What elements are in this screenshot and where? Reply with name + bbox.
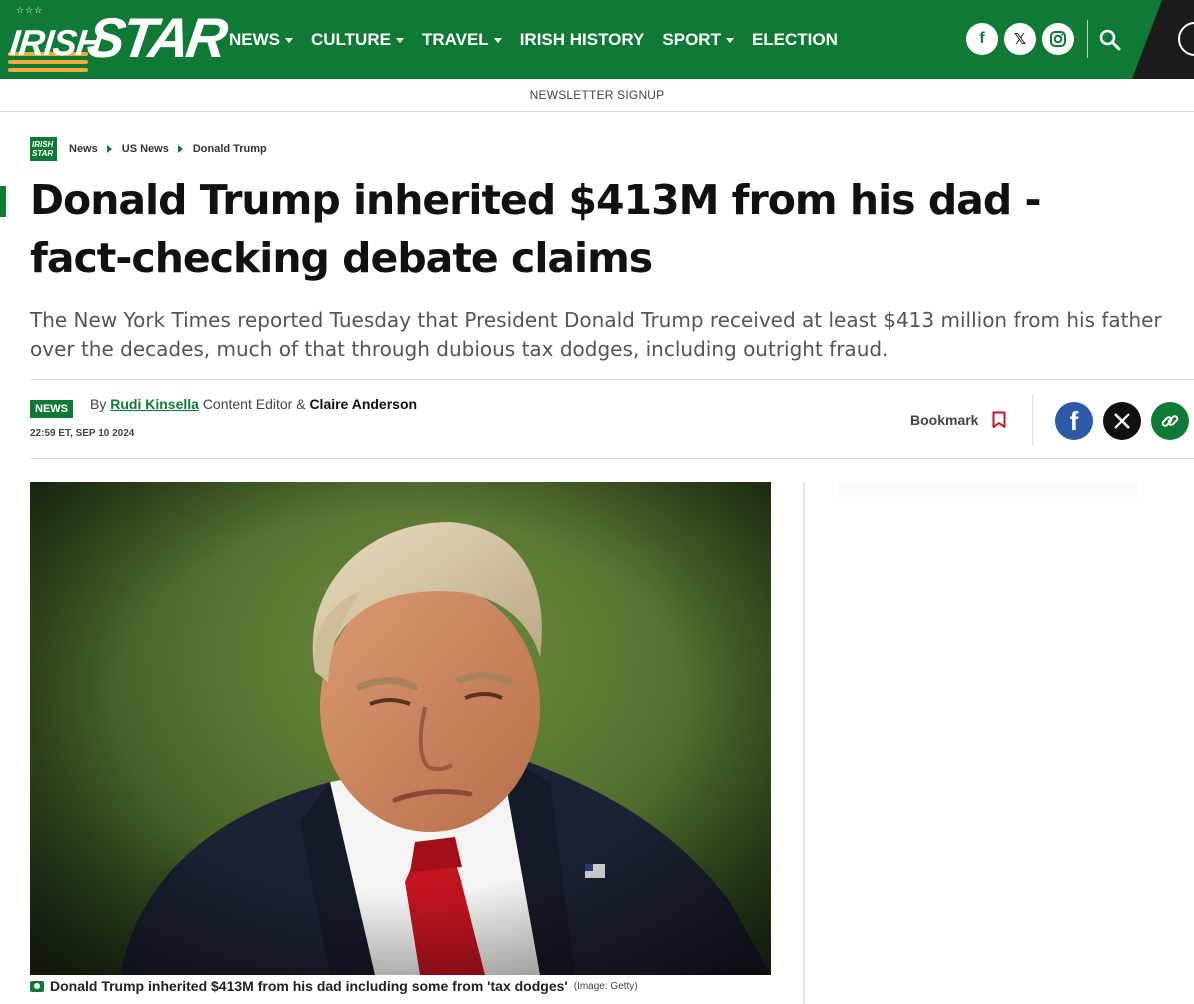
nav-item-culture[interactable]: CULTURE (311, 30, 404, 50)
byline: By Rudi Kinsella Content Editor & Claire… (90, 396, 417, 412)
nav-item-election[interactable]: ELECTION (752, 30, 838, 50)
chevron-down-icon (493, 37, 502, 43)
author-role: Content Editor & (202, 396, 306, 412)
article-standfirst: The New York Times reported Tuesday that… (30, 308, 1162, 361)
newsletter-signup-link[interactable]: NEWSLETTER SIGNUP (530, 88, 665, 102)
search-icon[interactable] (1098, 28, 1122, 52)
headline-accent-bar (0, 186, 6, 217)
article-headline: Donald Trump inherited $413M from his da… (30, 176, 1041, 282)
nav-item-label: NEWS (229, 30, 280, 49)
breadcrumb-item-donald-trump[interactable]: Donald Trump (193, 143, 267, 155)
social-links: f 𝕏 (966, 23, 1080, 55)
x-icon[interactable]: 𝕏 (1004, 23, 1036, 55)
breadcrumb-home-logo[interactable]: IRISH STAR (30, 137, 57, 161)
header-divider (1087, 20, 1088, 58)
image-caption: Donald Trump inherited $413M from his da… (30, 978, 790, 994)
site-logo[interactable]: ☆☆☆ IRISH STAR (8, 6, 229, 72)
author-link-rudi-kinsella[interactable]: Rudi Kinsella (110, 396, 199, 412)
breadcrumb-item-us-news[interactable]: US News (122, 143, 169, 155)
breadcrumb: IRISH STAR News US News Donald Trump (30, 137, 267, 161)
image-credit: (Image: Getty) (573, 980, 638, 992)
article-hero-image[interactable] (30, 482, 771, 975)
hero-photo-illustration (30, 482, 771, 975)
author-link-claire-anderson[interactable]: Claire Anderson (309, 396, 417, 412)
nav-item-label: IRISH HISTORY (519, 30, 645, 49)
byline-top-divider (30, 379, 1194, 380)
facebook-share-icon[interactable]: f (1055, 402, 1093, 440)
byline-bottom-divider (30, 458, 1194, 459)
caption-text: Donald Trump inherited $413M from his da… (50, 978, 568, 994)
breadcrumb-item-news[interactable]: News (69, 143, 98, 155)
sidebar-ad-slot (838, 480, 1138, 502)
sidebar-divider (803, 482, 805, 1004)
chevron-down-icon (395, 37, 404, 43)
camera-icon (30, 980, 44, 992)
byline-by: By (90, 396, 107, 412)
x-share-icon[interactable] (1103, 402, 1141, 440)
bookmark-button[interactable]: Bookmark (910, 411, 1006, 429)
copy-link-icon[interactable] (1151, 402, 1189, 440)
newsletter-bar: NEWSLETTER SIGNUP (0, 79, 1194, 112)
nav-item-travel[interactable]: TRAVEL (422, 30, 502, 50)
bookmark-icon (992, 411, 1006, 428)
site-header: ☆☆☆ IRISH STAR NEWS CULTURE TRAVEL IRISH… (0, 0, 1194, 79)
publish-date: 22:59 ET, SEP 10 2024 (30, 428, 135, 439)
logo-stars: ☆☆☆ (16, 6, 44, 16)
nav-item-label: CULTURE (311, 30, 391, 49)
chevron-down-icon (725, 37, 734, 43)
nav-item-label: TRAVEL (421, 30, 489, 49)
breadcrumb-arrow-icon (177, 145, 183, 153)
instagram-icon[interactable] (1042, 23, 1074, 55)
share-divider (1032, 394, 1033, 446)
logo-star-text: STAR (83, 6, 229, 69)
chevron-down-icon (285, 37, 293, 43)
nav-item-label: SPORT (662, 30, 721, 49)
breadcrumb-arrow-icon (106, 145, 112, 153)
nav-item-irish-history[interactable]: IRISH HISTORY (520, 30, 645, 50)
nav-item-news[interactable]: NEWS (229, 30, 293, 50)
category-badge[interactable]: NEWS (30, 400, 73, 418)
bookmark-label: Bookmark (910, 412, 979, 428)
nav-item-label: ELECTION (751, 30, 838, 49)
main-nav: NEWS CULTURE TRAVEL IRISH HISTORY SPORT … (229, 29, 856, 51)
nav-item-sport[interactable]: SPORT (662, 30, 734, 50)
facebook-icon[interactable]: f (966, 23, 998, 55)
